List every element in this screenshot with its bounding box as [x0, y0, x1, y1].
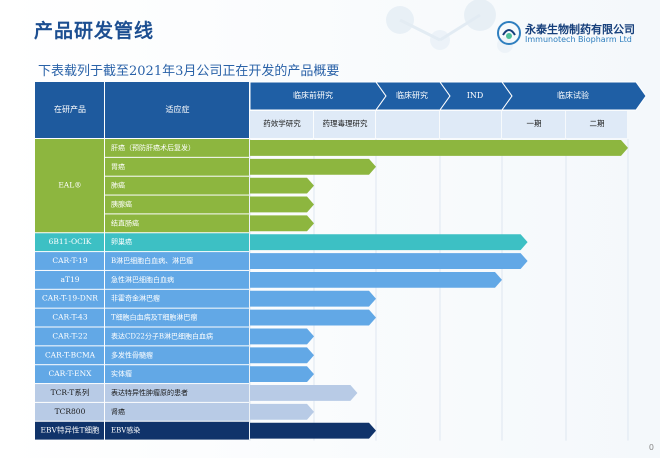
- progress-arrow: [250, 196, 314, 213]
- indication-label: 实体瘤: [111, 369, 132, 378]
- progress-arrow: [250, 158, 376, 175]
- product-label: CAR-T-43: [52, 313, 87, 322]
- product-label: CAR-T-ENX: [48, 369, 92, 378]
- progress-arrow: [250, 366, 314, 383]
- product-label: TCR-T系列: [51, 387, 90, 397]
- progress-arrow: [250, 290, 376, 307]
- progress-arrow: [250, 253, 528, 269]
- progress-arrow: [250, 309, 376, 326]
- indication-header-label: 适应症: [166, 104, 190, 114]
- sub-stage-cell: [440, 111, 501, 138]
- indication-cell: [105, 402, 249, 421]
- progress-arrow: [250, 385, 358, 401]
- indication-label: 胃癌: [111, 162, 125, 171]
- indication-label: 肾癌: [111, 407, 125, 416]
- progress-arrow: [250, 234, 528, 251]
- product-label: CAR-T-22: [52, 331, 87, 340]
- sub-stage-label: 药效学研究: [263, 118, 301, 128]
- product-label: EBV特异性T细胞: [41, 425, 100, 435]
- indication-label: T细胞白血病及T细胞淋巴瘤: [111, 313, 197, 322]
- sub-stage-label: 药理毒理研究: [323, 118, 368, 128]
- product-label: CAR-T-BCMA: [45, 350, 96, 359]
- stage-label: 临床试验: [557, 90, 589, 100]
- indication-label: 结直肠癌: [111, 218, 139, 227]
- sub-stage-cell: [376, 111, 439, 138]
- indication-label: 表达CD22分子B淋巴细胞白血病: [111, 331, 213, 340]
- product-label: CAR-T-19-DNR: [42, 294, 98, 303]
- product-label: 6B11-OCIK: [49, 237, 92, 246]
- sub-stage-label: 二期: [590, 119, 605, 128]
- indication-label: 卵巢癌: [111, 237, 132, 246]
- product-header-label: 在研产品: [54, 104, 86, 114]
- product-label: CAR-T-19: [52, 256, 87, 265]
- stage-label: 临床研究: [396, 90, 428, 100]
- indication-label: 胰腺癌: [111, 199, 132, 208]
- indication-cell: [105, 176, 249, 195]
- progress-arrow: [250, 271, 502, 288]
- progress-arrow: [250, 422, 376, 439]
- indication-label: B淋巴细胞白血病、淋巴瘤: [111, 256, 193, 265]
- indication-label: 多发性骨髓瘤: [111, 350, 153, 359]
- pipeline-chart: 在研产品 适应症 临床前研究 临床研究 IND 临床试验药效学研究 药理毒理研究 一期 二期 EA…: [35, 81, 647, 441]
- progress-arrow: [250, 140, 628, 156]
- indication-label: EBV感染: [111, 426, 140, 435]
- product-label: EAL®: [58, 181, 81, 190]
- indication-label: 急性淋巴细胞白血病: [111, 275, 174, 284]
- page-number: 0: [648, 443, 654, 452]
- progress-arrow: [250, 177, 314, 194]
- indication-label: 表达特异性肿瘤原的患者: [111, 388, 188, 397]
- progress-arrow: [250, 215, 314, 232]
- indication-label: 非霍奇金淋巴瘤: [111, 294, 160, 303]
- sub-stage-label: 一期: [527, 119, 542, 128]
- product-label: aT19: [60, 275, 79, 284]
- indication-label: 肝癌（预防肝癌术后复发）: [111, 143, 195, 152]
- stage-label: 临床前研究: [293, 90, 333, 100]
- product-label: TCR800: [55, 407, 86, 416]
- progress-arrow: [250, 403, 314, 420]
- progress-arrow: [250, 328, 314, 345]
- stage-label: IND: [467, 91, 484, 100]
- progress-arrow: [250, 347, 314, 364]
- indication-cell: [105, 157, 249, 176]
- indication-label: 肺癌: [111, 181, 125, 190]
